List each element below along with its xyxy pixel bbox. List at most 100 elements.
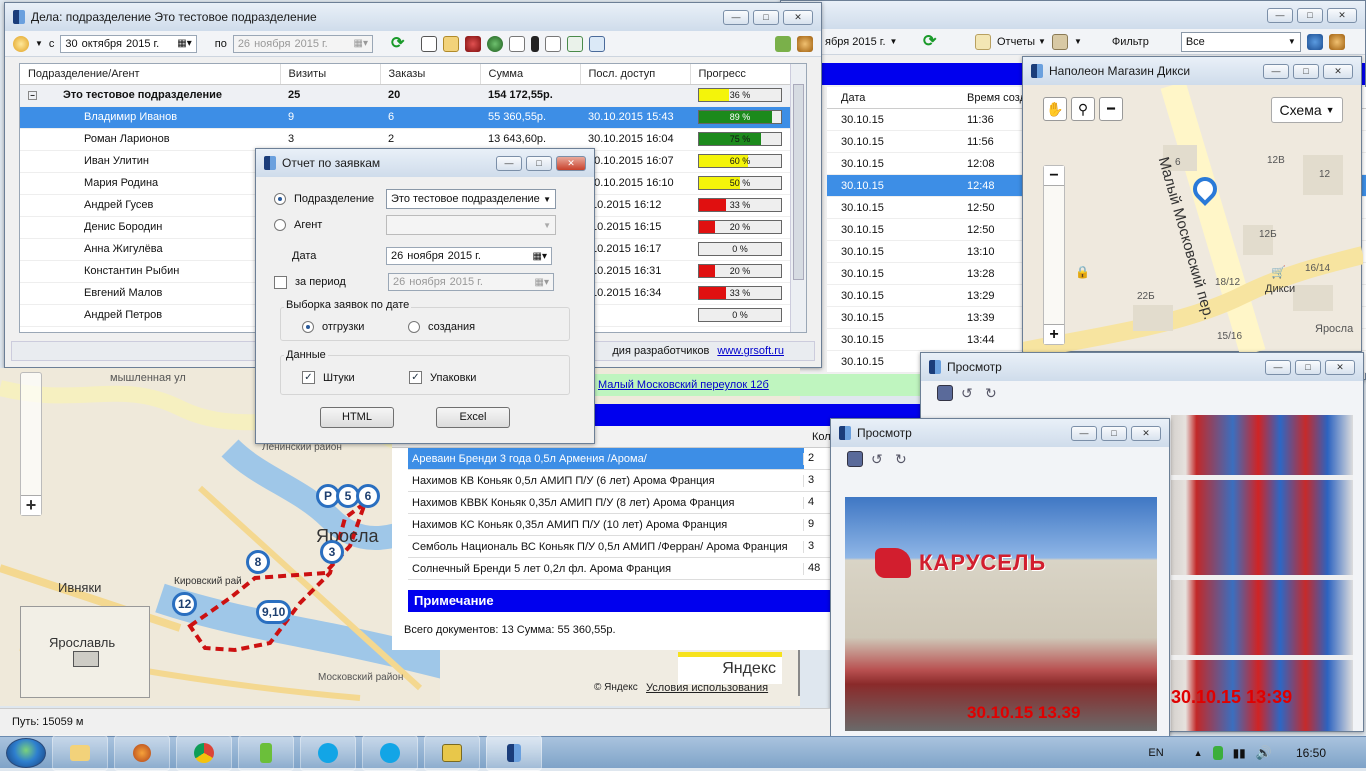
user-remove-icon[interactable] <box>465 35 481 52</box>
map-window-titlebar[interactable]: Наполеон Магазин Дикси — □ ✕ <box>1023 57 1361 85</box>
minimize-button[interactable]: — <box>1071 425 1097 441</box>
minimize-button[interactable]: — <box>496 155 522 171</box>
rotate-left-icon[interactable]: ↺ <box>871 451 887 467</box>
date-from-field[interactable]: 30 октября 2015 г. ▦▾ <box>60 34 197 53</box>
division-radio[interactable] <box>274 193 286 205</box>
taskbar-skype-1[interactable] <box>300 734 356 771</box>
minimap-viewport[interactable] <box>73 651 99 667</box>
date-field[interactable]: 26 ноября 2015 г. ▦▾ <box>386 247 552 265</box>
close-button[interactable]: ✕ <box>1327 7 1357 23</box>
map-terms-link[interactable]: Условия использования <box>646 682 768 694</box>
maximize-button[interactable]: □ <box>1295 359 1321 375</box>
agent-select[interactable]: ▼ <box>386 215 556 235</box>
map-pin[interactable]: 12 <box>172 592 198 616</box>
rotate-left-icon[interactable]: ↺ <box>961 385 977 401</box>
map-pin[interactable]: 8 <box>246 550 270 574</box>
collapse-icon[interactable]: − <box>28 91 37 100</box>
calendar-sun-icon[interactable] <box>13 35 29 52</box>
rotate-right-icon[interactable]: ↻ <box>985 385 1001 401</box>
col-date[interactable]: Дата <box>827 92 951 104</box>
save-icon[interactable] <box>937 385 953 401</box>
calendar-icon[interactable]: ▦▾ <box>535 277 549 288</box>
maximize-button[interactable]: □ <box>1101 425 1127 441</box>
volume-icon[interactable]: 🔊 <box>1256 745 1272 761</box>
window-icon[interactable] <box>509 35 525 52</box>
settings-icon[interactable] <box>1306 33 1323 50</box>
minimize-button[interactable]: — <box>1263 63 1289 79</box>
minimize-button[interactable]: — <box>1267 7 1293 23</box>
magnifier-icon[interactable]: ⚲ <box>1071 97 1095 121</box>
clock[interactable]: 16:50 <box>1296 746 1326 760</box>
period-date-field[interactable]: 26 ноября 2015 г. ▦▾ <box>388 273 554 291</box>
col-agent[interactable]: Подразделение/Агент <box>20 64 281 85</box>
creation-radio[interactable] <box>408 321 420 333</box>
refresh-icon[interactable]: ⟳ <box>391 35 407 52</box>
language-indicator[interactable]: EN <box>1148 747 1163 759</box>
save-icon[interactable] <box>847 451 863 467</box>
zoom-slider[interactable]: + <box>20 372 42 516</box>
scrollbar-thumb[interactable] <box>793 84 804 280</box>
ruler-icon[interactable]: ━ <box>1099 97 1123 121</box>
clipboard-icon[interactable] <box>1051 33 1068 50</box>
map-pin[interactable]: 6 <box>356 484 380 508</box>
taskbar-napoleon[interactable] <box>486 734 542 771</box>
reports-menu[interactable]: Отчеты ▼ <box>997 36 1046 48</box>
col-progress[interactable]: Прогресс <box>690 64 806 85</box>
maximize-button[interactable]: □ <box>753 9 779 25</box>
col-last-access[interactable]: Посл. доступ <box>580 64 691 85</box>
orders-window-titlebar[interactable]: — □ ✕ <box>781 1 1365 29</box>
minimap[interactable]: Ярославль <box>20 606 150 698</box>
vertical-scrollbar[interactable] <box>790 64 806 332</box>
minimize-button[interactable]: — <box>723 9 749 25</box>
shipment-radio[interactable] <box>302 321 314 333</box>
maximize-button[interactable]: □ <box>526 155 552 171</box>
date-to-field[interactable]: 26 ноября 2015 г. ▦▾ <box>232 34 373 53</box>
table-row[interactable]: Солнечный Бренди 5 лет 0,2л фл. Арома Фр… <box>408 558 832 580</box>
link-icon[interactable] <box>531 35 539 52</box>
period-checkbox[interactable] <box>274 275 287 289</box>
report-icon[interactable] <box>421 35 437 52</box>
users-icon[interactable] <box>797 35 813 52</box>
col-visits[interactable]: Визиты <box>280 64 381 85</box>
map-pin[interactable]: 9,10 <box>256 600 292 624</box>
maximize-button[interactable]: □ <box>1293 63 1319 79</box>
calendar-icon[interactable]: ▦▾ <box>177 38 191 49</box>
map-pin[interactable]: 3 <box>320 540 344 564</box>
rotate-right-icon[interactable]: ↻ <box>895 451 911 467</box>
maximize-button[interactable]: □ <box>1297 7 1323 23</box>
calendar-icon[interactable]: ▦▾ <box>354 38 368 49</box>
network-device-icon[interactable] <box>1212 745 1223 760</box>
scheme-button[interactable]: Схема ▼ <box>1271 97 1343 123</box>
envelope-icon[interactable] <box>975 33 991 50</box>
col-sum[interactable]: Сумма <box>480 64 581 85</box>
col-orders[interactable]: Заказы <box>380 64 481 85</box>
folder-icon[interactable] <box>443 35 459 52</box>
table-row[interactable]: Ареваин Бренди 3 года 0,5л Армения /Аром… <box>408 448 832 470</box>
zoom-in-button[interactable]: + <box>1044 324 1064 344</box>
close-button[interactable]: ✕ <box>556 155 586 171</box>
table-row[interactable]: Владимир Иванов 9 6 55 360,55р. 30.10.2015 1… <box>20 106 806 129</box>
taskbar-chrome[interactable] <box>176 734 232 771</box>
minimize-button[interactable]: — <box>1265 359 1291 375</box>
globe-icon[interactable] <box>487 35 503 52</box>
taskbar-editor[interactable] <box>424 734 480 771</box>
table-row[interactable]: Нахимов КВВК Коньяк 0,35л АМИП П/У (8 ле… <box>408 492 832 514</box>
hand-icon[interactable]: ✋ <box>1043 97 1067 121</box>
group-row[interactable]: − Это тестовое подразделение 25 20 154 17… <box>20 84 806 107</box>
close-button[interactable]: ✕ <box>783 9 813 25</box>
close-button[interactable]: ✕ <box>1325 359 1355 375</box>
close-button[interactable]: ✕ <box>1131 425 1161 441</box>
preview-large-titlebar[interactable]: Просмотр — □ ✕ <box>921 353 1363 381</box>
table-row[interactable]: Нахимов КВ Коньяк 0,5л АМИП П/У (6 лет) … <box>408 470 832 492</box>
packages-checkbox[interactable]: ✓ <box>409 371 422 384</box>
table-row[interactable]: Семболь Националь ВС Коньяк П/У 0,5л АМИ… <box>408 536 832 558</box>
zoom-in-button[interactable]: + <box>21 495 41 515</box>
zoom-out-button[interactable]: − <box>1044 166 1064 186</box>
table-row[interactable]: Роман Ларионов 3 2 13 643,60р. 30.10.2015 16… <box>20 128 806 151</box>
taskbar-skype-2[interactable] <box>362 734 418 771</box>
main-window-titlebar[interactable]: Дела: подразделение Это тестовое подразд… <box>5 3 821 31</box>
html-button[interactable]: HTML <box>320 407 394 428</box>
pieces-checkbox[interactable]: ✓ <box>302 371 315 384</box>
chevron-up-icon[interactable]: ▲ <box>1194 748 1203 758</box>
calendar-icon[interactable]: ▦▾ <box>533 251 547 262</box>
